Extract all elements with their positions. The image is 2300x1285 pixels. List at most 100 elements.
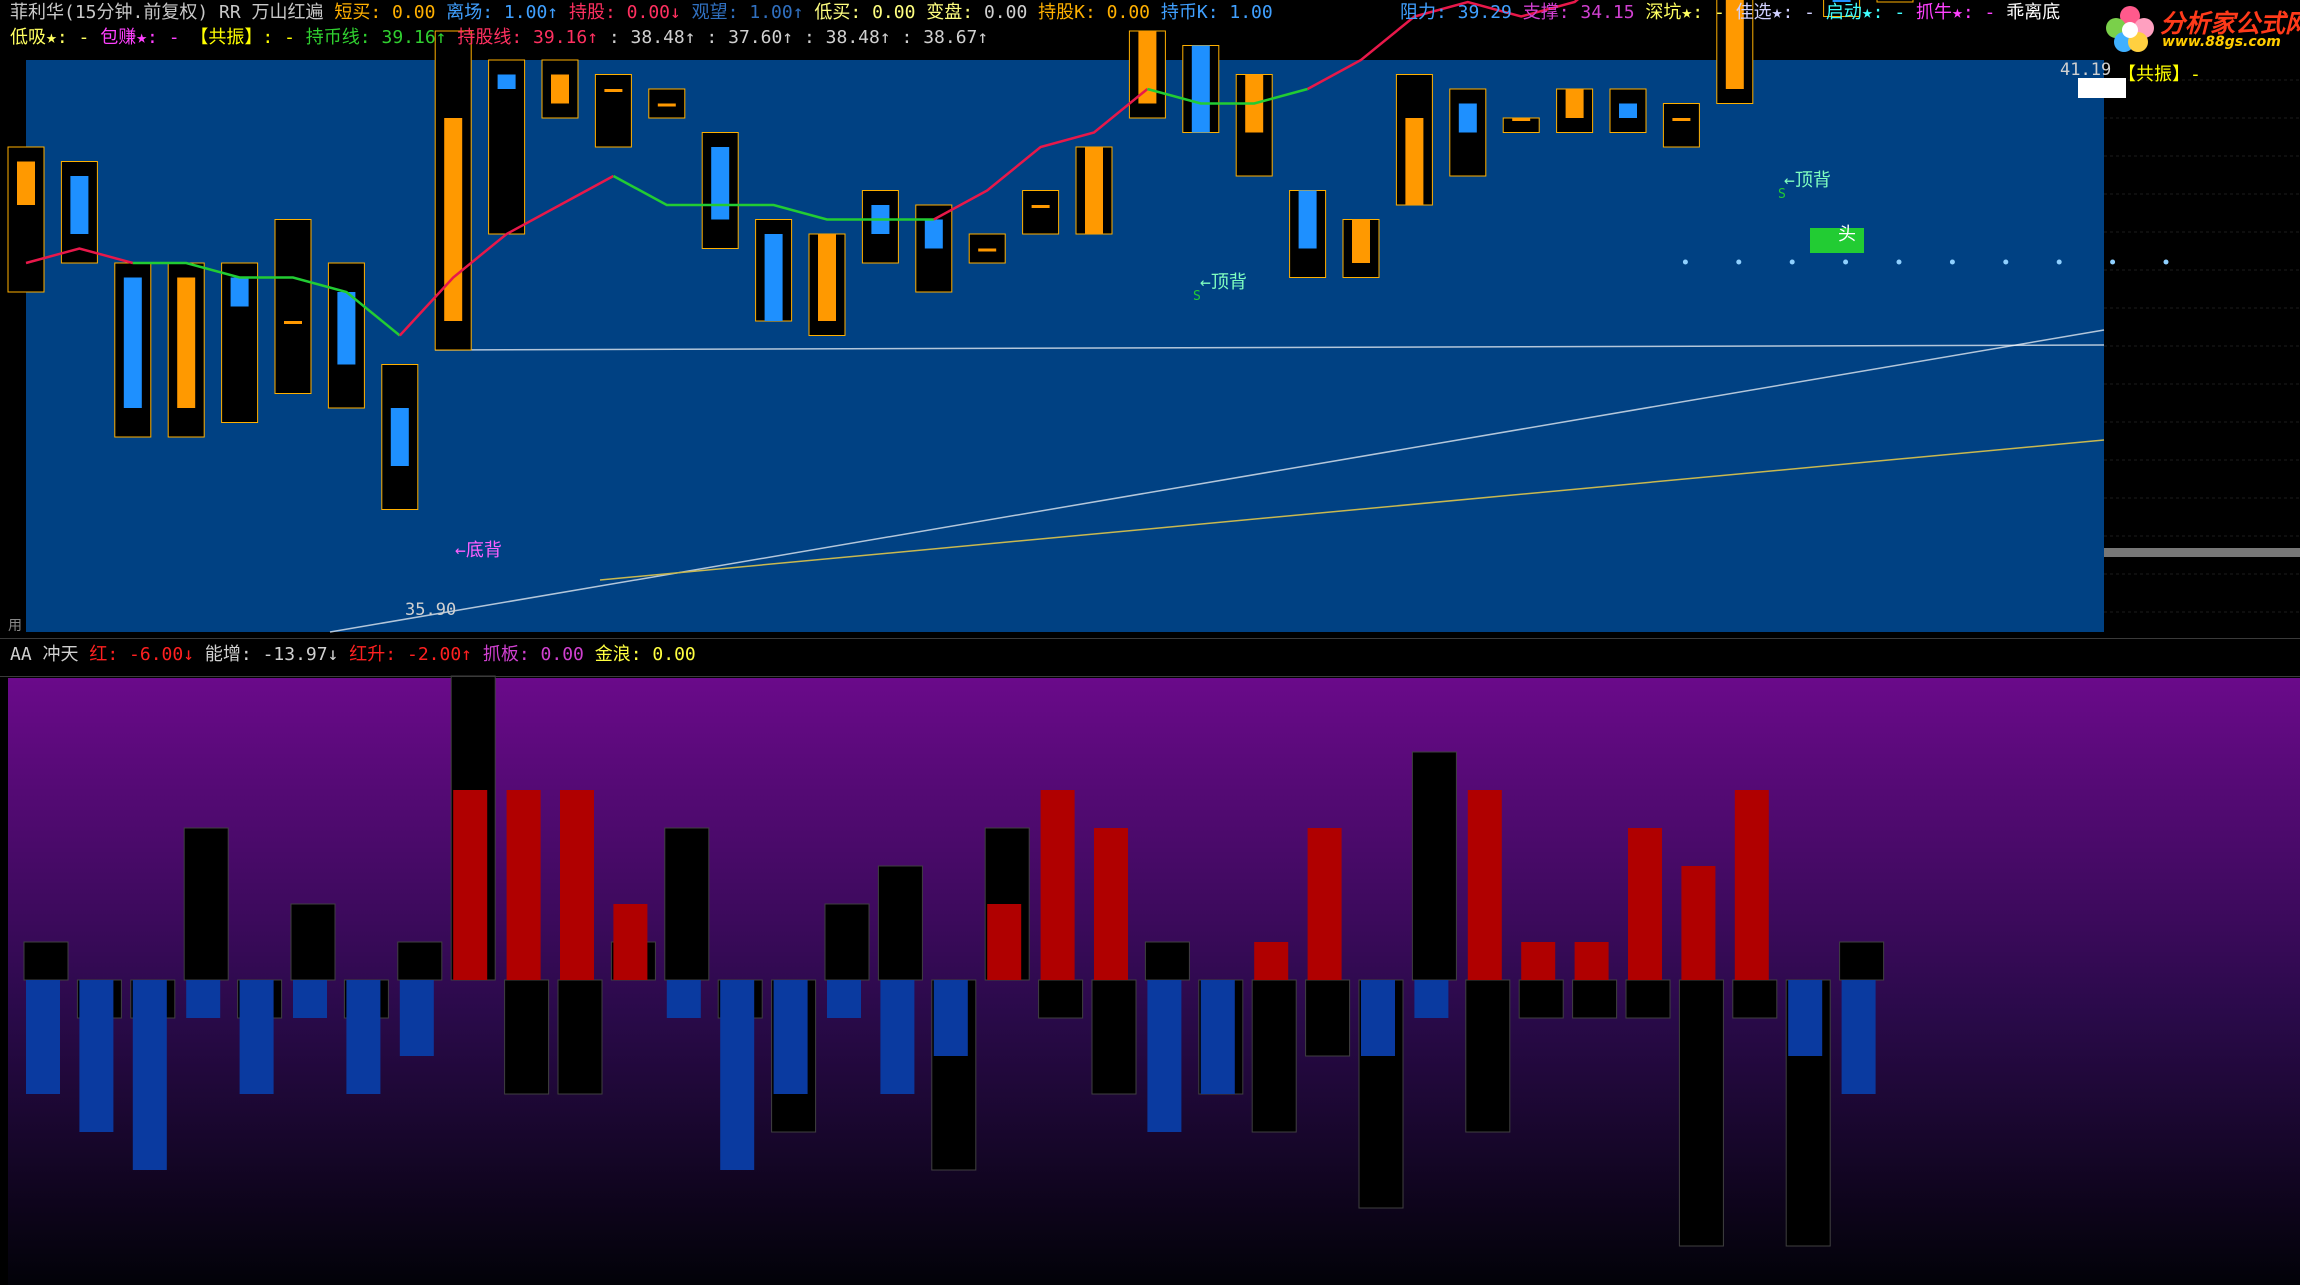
header-field: - [1793,2,1815,23]
s-mark: S [1778,187,1786,202]
candle-up [1512,118,1531,121]
indicator-header-row1: 菲利华(15分钟.前复权) RR 万山红遍 短买: 0.00 离场: 1.00↑… [10,1,1273,25]
head-label: 头 [1838,224,1856,245]
oscillator-bar-red [1094,828,1128,980]
header-field: 持股: [558,2,616,23]
oscillator-bar-red [613,904,648,980]
oscillator-bar-red [560,790,594,980]
oscillator-bar-black [1625,979,1671,1019]
candle-up [444,118,463,321]
signal-dot [1789,259,1795,265]
header-field: -6.00↓ [118,644,195,665]
candle-up [551,74,569,104]
oscillator-bar-blue [132,980,167,1170]
header-field: - [273,27,295,48]
oscillator-bar-blue [827,980,861,1018]
header-field: 菲利华(15分钟.前复权) RR 万山红遍 [10,2,324,23]
header-field: 抓板: [472,644,530,665]
candle-down [764,234,783,321]
header-field: 0.00 [1095,2,1151,23]
oscillator-bar-red [1521,942,1556,980]
candle-down [924,219,943,249]
header-field: 0.00 [529,644,584,665]
candle-down [230,277,249,307]
oscillator-bar-black [557,979,603,1095]
candle-down [123,277,142,408]
candle-up [284,321,302,324]
s-mark: S [1193,289,1201,304]
candle-down [1191,45,1210,133]
header-field: 0.00 [861,2,916,23]
oscillator-bar-blue [666,980,701,1018]
header-field: - [1973,2,1996,23]
header-field: 观望: [680,2,739,23]
signal-dot [1949,259,1955,265]
candle-down [1298,190,1317,249]
header-field: 佳选★: [1724,2,1794,23]
header-field: - [1703,2,1725,23]
candle-down [1458,103,1477,133]
header-field: 【共振】: [179,27,274,48]
header-field: 0.00 [641,644,696,665]
signal-dot [2163,259,2169,265]
signal-dot [2056,259,2062,265]
header-field: 0.00↓ [615,2,681,23]
flower-icon [2106,6,2154,52]
candle-down [1619,103,1637,118]
header-field: 39.29 [1446,2,1512,23]
oscillator-bar-black [1091,979,1137,1095]
header-field: - [1883,2,1906,23]
header-field: 持币线: [294,27,371,48]
indicator-header-row2: 低吸★: - 包赚★: - 【共振】: - 持币线: 39.16↑ 持股线: 3… [10,26,988,50]
high-price-label: 41.19 [2060,60,2111,80]
oscillator-bar-black [23,941,69,981]
oscillator-bar-black [1038,979,1084,1019]
header-field: 变盘: [915,2,974,23]
header-field: 能增: [194,644,252,665]
top-divergence-label: ←顶背 [1784,170,1831,191]
candle-up [1672,118,1691,121]
candle-down [390,408,409,466]
candle-up [1405,118,1424,205]
oscillator-bar-blue [26,980,60,1094]
oscillator-bar-black [183,827,229,981]
oscillator-bar-blue [399,980,434,1056]
oscillator-bar-red [453,790,488,980]
oscillator-bar-red [1734,790,1769,980]
oscillator-bar-blue [1841,980,1876,1094]
candle-up [604,89,623,92]
panel-divider [0,676,2300,677]
header-field: 持币K: [1150,2,1219,23]
site-logo[interactable]: 分析家公式网 www.88gs.com [2102,2,2300,56]
header-field: 金浪: [583,644,642,665]
header-field: : 38.48↑ [793,27,891,48]
oscillator-bar-black [1518,979,1564,1019]
oscillator-bar-red [1040,790,1075,980]
oscillator-bar-red [1254,942,1289,980]
oscillator-bar-red [506,790,541,980]
signal-dot [2110,259,2116,265]
oscillator-bar-black [1732,979,1778,1019]
candle-up [1565,89,1584,118]
candle-frame [594,74,632,148]
header-field: 包赚★: [89,27,158,48]
candle-frame [1662,103,1700,148]
oscillator-bar-red [1681,866,1716,980]
header-field: : 38.48↑ [598,27,696,48]
header-field: 低买: [803,2,862,23]
candle-frame [1022,190,1060,235]
oscillator-bar-red [1467,790,1502,980]
oscillator-bar-blue [1788,980,1823,1056]
signal-dot [1896,259,1902,265]
candle-up [657,103,676,107]
signal-dot [1682,259,1688,265]
oscillator-bar-black [824,903,870,981]
oscillator-bar-blue [773,980,808,1094]
header-field: 启动★: [1815,2,1884,23]
oscillator-bar-blue [933,980,968,1056]
oscillator-bar-blue [880,980,915,1094]
candle-up [17,161,35,205]
header-field: 1.00 [1218,2,1273,23]
oscillator-bar-red [1628,828,1662,980]
oscillator-bar-black [397,941,443,981]
